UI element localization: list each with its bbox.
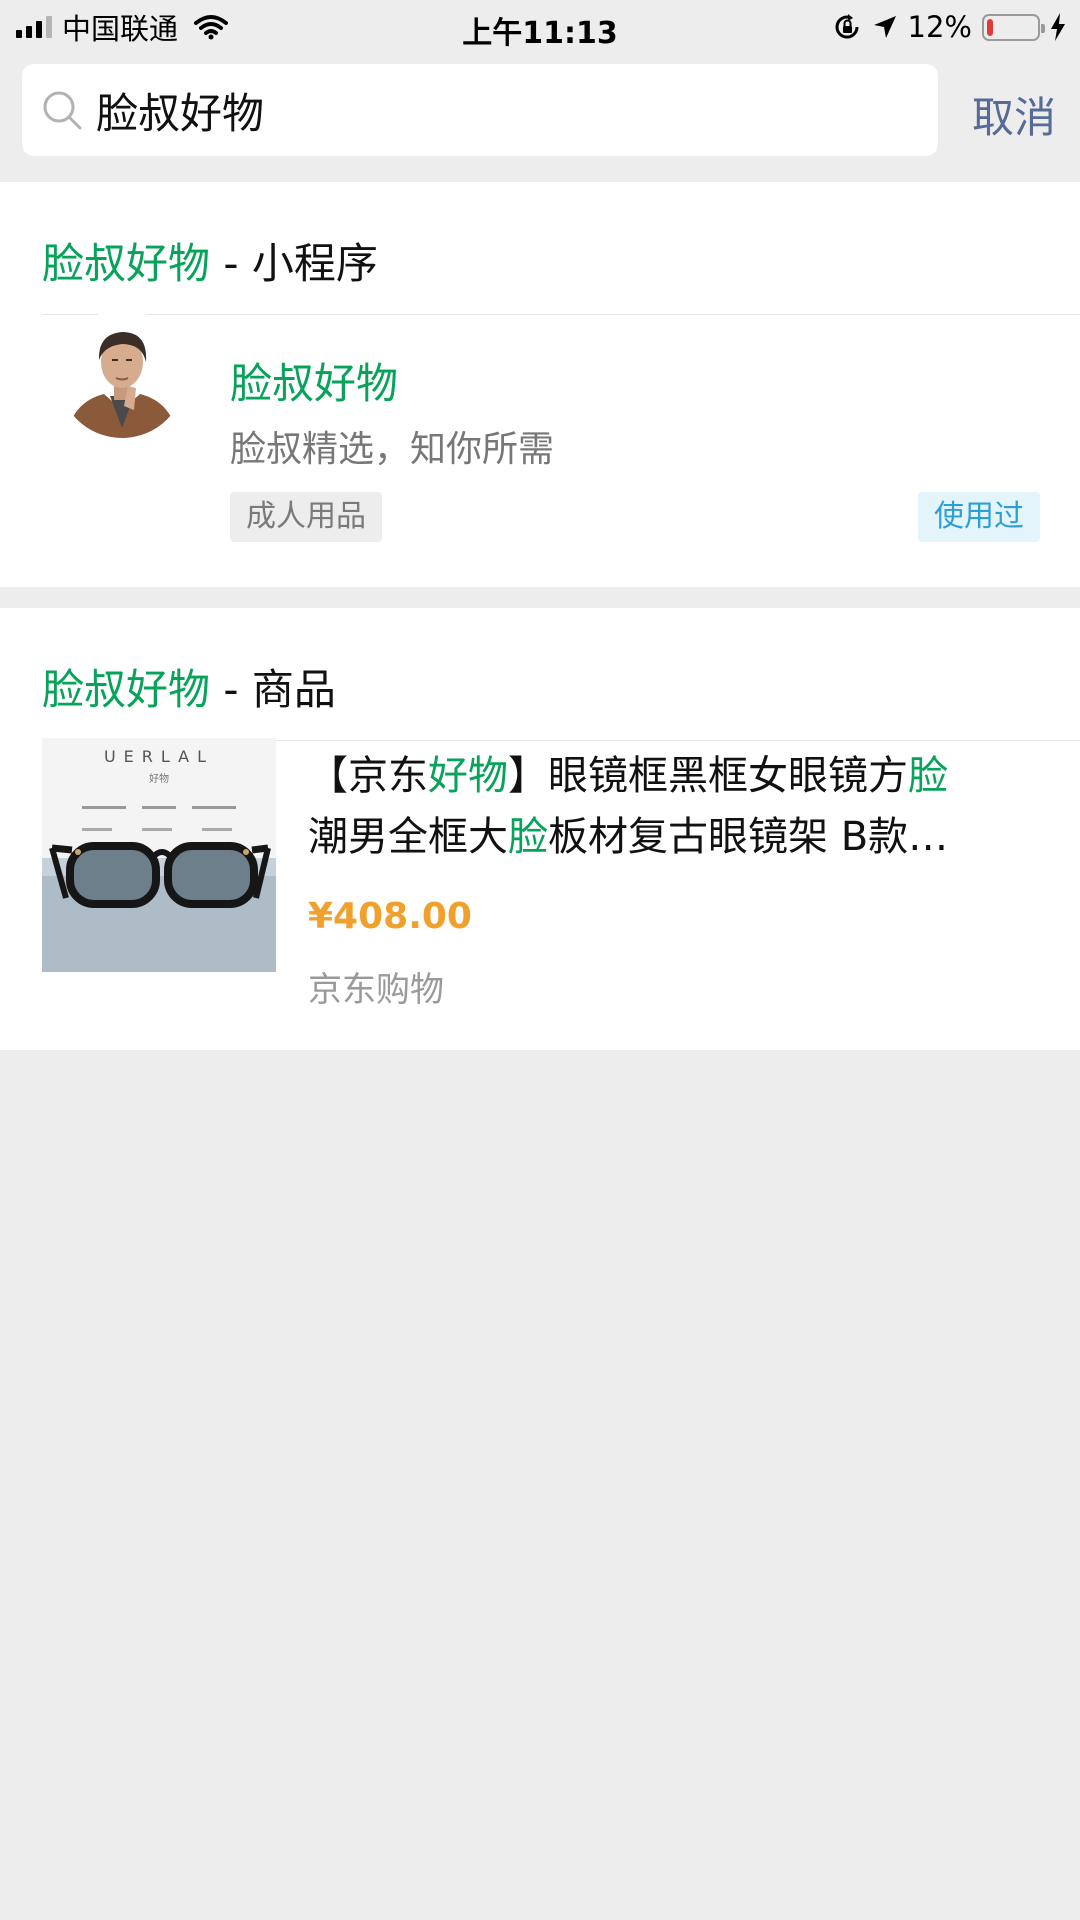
search-bar: 取消 <box>0 54 1080 182</box>
battery-percent: 12% <box>907 10 972 44</box>
cancel-button[interactable]: 取消 <box>972 84 1056 145</box>
divider <box>42 314 1080 315</box>
battery-level <box>987 18 993 36</box>
product-price: ¥408.00 <box>308 896 472 937</box>
used-badge: 使用过 <box>918 492 1040 542</box>
mini-program-section: 脸叔好物 - 小程序 脸叔好物 脸叔精选，知你所需 成人用品 使用过 <box>0 182 1080 587</box>
section-header-mini-program: 脸叔好物 - 小程序 <box>42 239 378 288</box>
orientation-lock-icon <box>835 14 859 39</box>
product-source: 京东购物 <box>308 970 444 1010</box>
battery-icon <box>982 13 1045 41</box>
mini-program-name: 脸叔好物 <box>230 359 399 408</box>
mini-program-description: 脸叔精选，知你所需 <box>230 429 555 470</box>
status-right: 12% <box>832 8 1066 46</box>
search-icon <box>43 91 82 130</box>
category-tag: 成人用品 <box>230 492 382 542</box>
search-input[interactable] <box>96 85 916 135</box>
product-section: 脸叔好物 - 商品 UERLAL 好物 【京东好物】眼镜框黑框女眼镜方脸 潮男全… <box>0 608 1080 1050</box>
product-image-brand: UERLAL <box>104 747 214 766</box>
section-header-product: 脸叔好物 - 商品 <box>42 665 336 714</box>
product-image: UERLAL 好物 <box>42 738 276 972</box>
charging-bolt-icon <box>1051 13 1065 41</box>
product-title: 【京东好物】眼镜框黑框女眼镜方脸 潮男全框大脸板材复古眼镜架 B款… <box>308 753 949 860</box>
product-image-subtext: 好物 <box>149 772 169 785</box>
status-bar: 中国联通 上午11:13 12% <box>0 0 1080 54</box>
location-arrow-icon <box>873 16 896 38</box>
avatar <box>58 310 186 438</box>
search-box[interactable] <box>22 64 938 156</box>
